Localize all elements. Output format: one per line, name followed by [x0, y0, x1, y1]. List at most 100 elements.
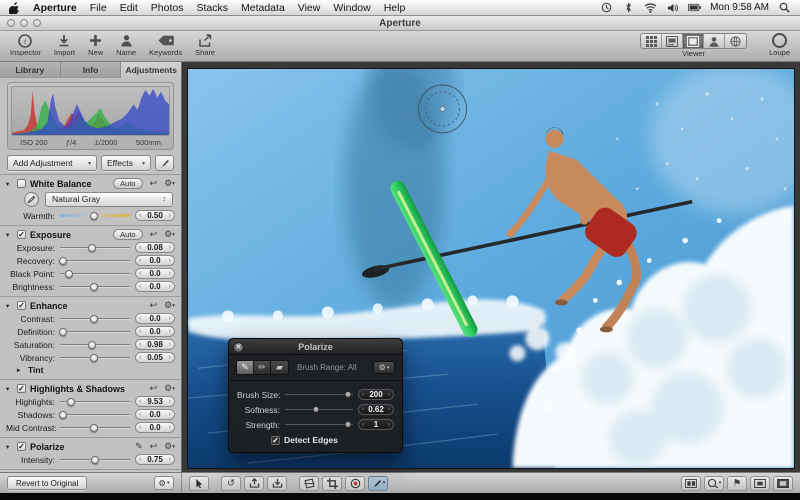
filmstrip-toggle-button[interactable]: [681, 476, 701, 491]
highlights-slider[interactable]: [60, 397, 130, 407]
brightness-slider[interactable]: [60, 282, 130, 292]
reset-icon[interactable]: ↩: [150, 300, 158, 311]
slider-thumb[interactable]: [90, 315, 98, 323]
wifi-icon[interactable]: [644, 2, 657, 13]
saturation-slider[interactable]: [60, 340, 130, 350]
window-title-bar[interactable]: Aperture: [0, 16, 800, 31]
share-button[interactable]: Share: [195, 33, 215, 57]
slider-thumb[interactable]: [59, 411, 67, 419]
lift-tool-button[interactable]: [244, 476, 264, 491]
slider-thumb[interactable]: [344, 421, 351, 428]
slider-thumb[interactable]: [90, 212, 98, 220]
vibrancy-stepper[interactable]: ‹0.05›: [135, 352, 175, 363]
close-window-button[interactable]: [7, 19, 15, 27]
white-balance-checkbox[interactable]: [17, 179, 26, 188]
mid-contrast-stepper[interactable]: ‹0.0›: [135, 422, 175, 433]
tab-info[interactable]: Info: [61, 62, 122, 78]
menu-item-window[interactable]: Window: [333, 2, 370, 14]
disclosure-triangle-icon[interactable]: ▾: [6, 302, 13, 310]
menu-item-metadata[interactable]: Metadata: [241, 2, 285, 14]
highlights-stepper[interactable]: ‹9.53›: [135, 396, 175, 407]
battery-icon[interactable]: [688, 2, 701, 13]
gear-icon[interactable]: ⚙▾: [164, 383, 175, 394]
warmth-slider[interactable]: [60, 211, 130, 221]
apple-menu-icon[interactable]: [9, 2, 20, 14]
brush-icon[interactable]: ✎: [135, 441, 143, 452]
bluetooth-icon[interactable]: [622, 2, 635, 13]
auto-button[interactable]: Auto: [113, 229, 142, 240]
quick-brush-button[interactable]: [155, 155, 174, 171]
reset-icon[interactable]: ↩: [150, 383, 158, 394]
close-icon[interactable]: ✕: [233, 342, 244, 353]
brightness-stepper[interactable]: ‹0.0›: [135, 281, 175, 292]
eyedropper-button[interactable]: [24, 192, 39, 207]
shadows-slider[interactable]: [60, 410, 130, 420]
exposure-checkbox[interactable]: ✓: [17, 230, 26, 239]
disclosure-triangle-icon[interactable]: ▾: [6, 443, 13, 451]
reset-icon[interactable]: ↩: [150, 441, 158, 452]
straighten-tool-button[interactable]: [299, 476, 319, 491]
name-button[interactable]: Name: [116, 33, 136, 57]
hud-gear-button[interactable]: ⚙ ▾: [373, 361, 395, 374]
add-adjustment-dropdown[interactable]: Add Adjustment ▾: [7, 155, 97, 171]
spotlight-icon[interactable]: [778, 2, 791, 13]
slider-thumb[interactable]: [65, 270, 73, 278]
tint-disclosure[interactable]: ▸ Tint: [0, 364, 181, 376]
contrast-stepper[interactable]: ‹0.0›: [135, 313, 175, 324]
time-machine-icon[interactable]: [600, 2, 613, 13]
rotate-tool-button[interactable]: ↺: [221, 476, 241, 491]
menu-item-view[interactable]: View: [298, 2, 321, 14]
brush-in-icon[interactable]: ✎: [237, 361, 254, 374]
softness-slider[interactable]: [285, 405, 353, 414]
effects-dropdown[interactable]: Effects ▾: [101, 155, 151, 171]
softness-stepper[interactable]: ‹0.62›: [358, 404, 394, 415]
slider-thumb[interactable]: [90, 424, 98, 432]
reset-icon[interactable]: ↩: [150, 229, 158, 240]
white-balance-preset-dropdown[interactable]: Natural Gray ↕: [45, 192, 173, 207]
brush-size-slider[interactable]: [285, 390, 353, 399]
fullscreen-button[interactable]: [773, 476, 793, 491]
inspector-button[interactable]: i Inspector: [10, 33, 41, 57]
zoom-window-button[interactable]: [33, 19, 41, 27]
intensity-stepper[interactable]: ‹0.75›: [135, 454, 175, 465]
polarize-checkbox[interactable]: ✓: [17, 442, 26, 451]
hud-title-bar[interactable]: ✕ Polarize: [229, 339, 402, 355]
slider-thumb[interactable]: [67, 398, 75, 406]
keywords-button[interactable]: Keywords: [149, 33, 182, 57]
tab-adjustments[interactable]: Adjustments: [121, 62, 181, 78]
selection-tool-button[interactable]: [189, 476, 209, 491]
auto-button[interactable]: Auto: [113, 178, 142, 189]
reset-icon[interactable]: ↩: [150, 178, 158, 189]
contrast-slider[interactable]: [60, 314, 130, 324]
clock-text[interactable]: Mon 9:58 AM: [710, 2, 769, 13]
tab-library[interactable]: Library: [0, 62, 61, 78]
flag-button[interactable]: ⚑: [727, 476, 747, 491]
keywords-hud-button[interactable]: ▾: [704, 476, 724, 491]
highlights-shadows-checkbox[interactable]: ✓: [17, 384, 26, 393]
menu-item-file[interactable]: File: [90, 2, 107, 14]
exposure-stepper[interactable]: ‹0.08›: [135, 242, 175, 253]
shadows-stepper[interactable]: ‹0.0›: [135, 409, 175, 420]
volume-icon[interactable]: [666, 2, 679, 13]
browser-grid-view-button[interactable]: [641, 34, 662, 48]
gear-icon[interactable]: ⚙▾: [164, 300, 175, 311]
brush-tool-button[interactable]: ▾: [368, 476, 388, 491]
viewer-view-button[interactable]: [683, 34, 704, 48]
loupe-button[interactable]: Loupe: [769, 33, 790, 57]
warmth-stepper[interactable]: ‹0.50›: [135, 210, 175, 221]
eraser-icon[interactable]: ▰: [271, 361, 288, 374]
panel-gear-button[interactable]: ⚙ ▾: [154, 476, 174, 490]
revert-to-original-button[interactable]: Revert to Original: [7, 476, 87, 490]
mid-contrast-slider[interactable]: [60, 423, 130, 433]
brush-size-stepper[interactable]: ‹200›: [358, 389, 394, 400]
definition-slider[interactable]: [60, 327, 130, 337]
split-view-button[interactable]: [662, 34, 683, 48]
menu-item-help[interactable]: Help: [384, 2, 406, 14]
detect-edges-checkbox[interactable]: ✓: [271, 436, 280, 445]
faces-view-button[interactable]: [704, 34, 725, 48]
black-point-slider[interactable]: [60, 269, 130, 279]
gear-icon[interactable]: ⚙▾: [164, 441, 175, 452]
intensity-slider[interactable]: [60, 455, 130, 465]
recovery-slider[interactable]: [60, 256, 130, 266]
black-point-stepper[interactable]: ‹0.0›: [135, 268, 175, 279]
